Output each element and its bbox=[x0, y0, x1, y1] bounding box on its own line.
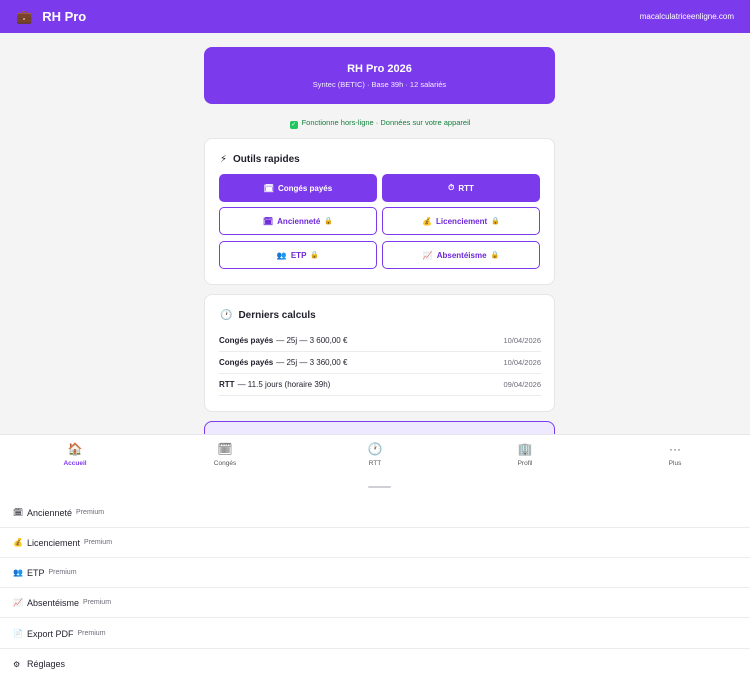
offline-notice-text: Fonctionne hors-ligne · Données sur votr… bbox=[301, 118, 471, 127]
calendar-icon: 🗓 bbox=[263, 183, 274, 193]
tool-label: Licenciement bbox=[436, 216, 488, 226]
sheet-drag-handle[interactable] bbox=[368, 486, 391, 488]
menu-item-etp[interactable]: 👥 ETP Premium bbox=[0, 558, 750, 588]
nav-label: RTT bbox=[368, 459, 382, 467]
document-icon: 📄 bbox=[13, 629, 23, 638]
tool-licenciement-button[interactable]: 💰 Licenciement 🔒 bbox=[382, 207, 540, 235]
banner-subtitle: Syntec (BETIC) · Base 39h · 12 salariés bbox=[312, 80, 447, 89]
menu-item-licenciement[interactable]: 💰 Licenciement Premium bbox=[0, 528, 750, 558]
menu-item-anciennete[interactable]: 🗓 Ancienneté Premium bbox=[0, 498, 750, 528]
money-bag-icon: 💰 bbox=[13, 538, 23, 547]
calendar-icon: 🗓 bbox=[217, 441, 233, 456]
tool-absenteisme-button[interactable]: 📈 Absentéisme 🔒 bbox=[382, 241, 540, 269]
premium-badge: Premium bbox=[76, 509, 105, 516]
tool-rtt-button[interactable]: ⏱ RTT bbox=[382, 174, 540, 202]
premium-badge: Premium bbox=[48, 569, 77, 576]
timer-icon: ⏱ bbox=[448, 183, 455, 192]
gear-icon: ⚙ bbox=[13, 659, 21, 669]
nav-rtt[interactable]: 🕐 RTT bbox=[300, 435, 450, 474]
calculation-row[interactable]: Congés payés — 25j — 3 600,00 € 10/04/20… bbox=[219, 330, 541, 352]
calculation-date: 09/04/2026 bbox=[503, 380, 541, 389]
tool-etp-button[interactable]: 👥 ETP 🔒 bbox=[219, 241, 377, 269]
quick-tools-title-text: Outils rapides bbox=[233, 154, 300, 165]
recent-calculations-title: 🕐 Derniers calculs bbox=[220, 310, 316, 321]
chart-icon: 📈 bbox=[422, 250, 433, 260]
chart-icon: 📈 bbox=[13, 598, 23, 607]
lock-icon: 🔒 bbox=[310, 252, 320, 259]
calculation-row[interactable]: RTT — 11.5 jours (horaire 39h) 09/04/202… bbox=[219, 374, 541, 396]
briefcase-icon: 💼 bbox=[16, 8, 33, 24]
people-icon: 👥 bbox=[13, 568, 23, 577]
clock-icon: 🕐 bbox=[367, 441, 383, 456]
nav-label: Congés bbox=[213, 459, 237, 467]
house-icon: 🏠 bbox=[67, 441, 83, 456]
lock-icon: 🔒 bbox=[491, 218, 500, 225]
menu-item-label: Export PDF bbox=[27, 628, 74, 639]
lightning-icon: ⚡ bbox=[220, 154, 228, 165]
more-dots-icon: ··· bbox=[669, 441, 681, 456]
app-title: RH Pro bbox=[42, 9, 87, 24]
nav-conges[interactable]: 🗓 Congés bbox=[150, 435, 300, 474]
bottom-nav: 🏠 Accueil 🗓 Congés 🕐 RTT 🏢 Profil ··· Pl… bbox=[0, 434, 750, 474]
menu-item-label: Réglages bbox=[27, 659, 66, 669]
tool-label: Ancienneté bbox=[277, 216, 321, 226]
premium-badge: Premium bbox=[77, 630, 106, 637]
menu-item-label: ETP bbox=[27, 567, 45, 578]
menu-item-label: Absentéisme bbox=[27, 597, 80, 608]
menu-item-label: Ancienneté bbox=[27, 507, 73, 518]
banner-title: RH Pro 2026 bbox=[347, 63, 412, 75]
lock-icon: 🔒 bbox=[324, 218, 333, 225]
calculation-type: RTT bbox=[219, 380, 235, 389]
money-bag-icon: 💰 bbox=[422, 216, 433, 226]
people-icon: 👥 bbox=[276, 250, 287, 260]
calculation-type: Congés payés bbox=[219, 336, 274, 345]
menu-item-export-pdf[interactable]: 📄 Export PDF Premium bbox=[0, 619, 750, 649]
calculation-date: 10/04/2026 bbox=[503, 358, 541, 367]
calculation-detail: — 11.5 jours (horaire 39h) bbox=[237, 380, 331, 389]
premium-badge: Premium bbox=[84, 539, 113, 546]
calculation-detail: — 25j — 3 600,00 € bbox=[276, 336, 348, 345]
company-banner: RH Pro 2026 Syntec (BETIC) · Base 39h · … bbox=[204, 47, 555, 104]
check-icon: ✓ bbox=[289, 121, 298, 129]
calculation-detail: — 25j — 3 360,00 € bbox=[276, 358, 348, 367]
menu-item-reglages[interactable]: ⚙ Réglages bbox=[0, 649, 750, 677]
menu-item-label: Licenciement bbox=[27, 537, 81, 548]
tool-label: Congés payés bbox=[277, 183, 333, 193]
quick-tools-title: ⚡ Outils rapides bbox=[220, 154, 300, 165]
calculation-row[interactable]: Congés payés — 25j — 3 360,00 € 10/04/20… bbox=[219, 352, 541, 374]
tool-anciennete-button[interactable]: 🗓 Ancienneté 🔒 bbox=[219, 207, 377, 235]
building-icon: 🏢 bbox=[517, 441, 533, 456]
top-bar: 💼 RH Pro macalculatriceenligne.com bbox=[0, 0, 750, 33]
recent-calculations-card: 🕐 Derniers calculs Congés payés — 25j — 3… bbox=[204, 294, 555, 412]
nav-label: Plus bbox=[668, 459, 682, 467]
tool-conges-payes-button[interactable]: 🗓 Congés payés bbox=[219, 174, 377, 202]
premium-badge: Premium bbox=[83, 599, 112, 606]
tool-label: RTT bbox=[458, 183, 474, 193]
more-menu-sheet: 🗓 Ancienneté Premium 💰 Licenciement Prem… bbox=[0, 474, 750, 677]
menu-item-absenteisme[interactable]: 📈 Absentéisme Premium bbox=[0, 588, 750, 618]
nav-label: Profil bbox=[517, 459, 533, 467]
clock-icon: 🕐 bbox=[220, 310, 233, 321]
calculation-type: Congés payés bbox=[219, 358, 274, 367]
tool-label: Absentéisme bbox=[436, 250, 487, 260]
nav-plus[interactable]: ··· Plus bbox=[600, 435, 750, 474]
quick-tools-card: ⚡ Outils rapides 🗓 Congés payés ⏱ RTT 🗓 A… bbox=[204, 138, 555, 285]
lock-icon: 🔒 bbox=[490, 252, 500, 259]
calendar-icon: 🗓 bbox=[13, 508, 24, 517]
calculation-date: 10/04/2026 bbox=[503, 336, 541, 345]
nav-label: Accueil bbox=[63, 459, 87, 467]
calendar-icon: 🗓 bbox=[263, 216, 274, 226]
nav-accueil[interactable]: 🏠 Accueil bbox=[0, 435, 150, 474]
offline-notice: ✓ Fonctionne hors-ligne · Données sur vot… bbox=[0, 118, 750, 129]
tool-label: ETP bbox=[290, 250, 307, 260]
nav-profil[interactable]: 🏢 Profil bbox=[450, 435, 600, 474]
recent-calculations-title-text: Derniers calculs bbox=[238, 310, 316, 321]
site-link[interactable]: macalculatriceenligne.com bbox=[640, 12, 734, 21]
